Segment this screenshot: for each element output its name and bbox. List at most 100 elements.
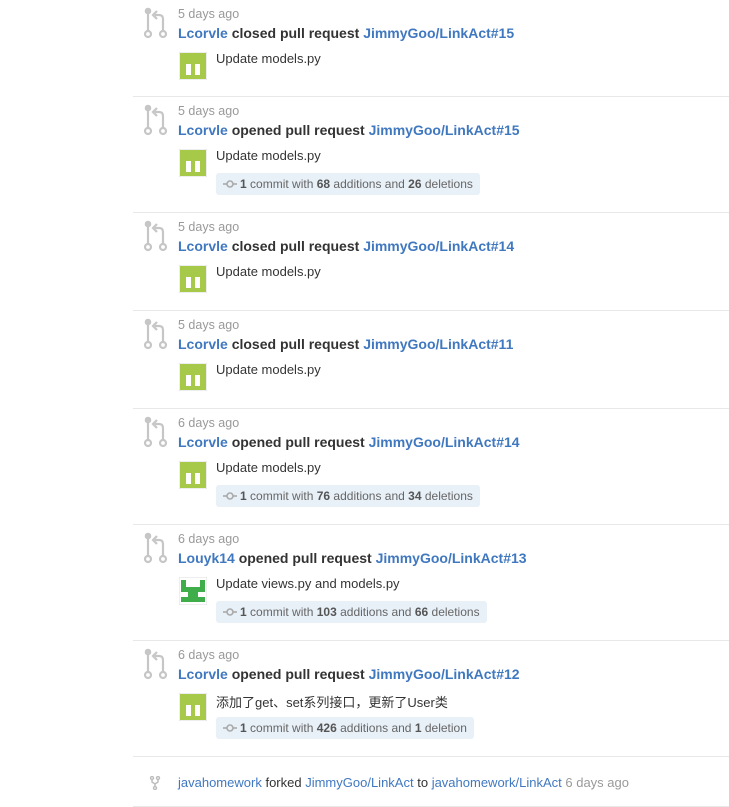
event-title: Lcorvle closed pull request JimmyGoo/Lin… xyxy=(178,336,513,352)
pull-request-link[interactable]: JimmyGoo/LinkAct#14 xyxy=(363,238,514,254)
commit-icon xyxy=(223,724,237,732)
pr-event: 5 days ago Lcorvle closed pull request J… xyxy=(133,213,729,311)
commit-message: Update models.py xyxy=(216,460,321,475)
additions-label: additions and xyxy=(340,605,412,619)
deletions-label: deletions xyxy=(424,177,473,191)
event-title: Lcorvle opened pull request JimmyGoo/Lin… xyxy=(178,434,520,450)
additions-label: additions and xyxy=(333,489,405,503)
deletions-count: 34 xyxy=(408,489,422,503)
pull-request-icon xyxy=(143,104,168,136)
user-avatar[interactable] xyxy=(179,52,207,80)
additions-count: 426 xyxy=(316,721,337,735)
actor-link[interactable]: javahomework xyxy=(178,775,262,790)
pull-request-link[interactable]: JimmyGoo/LinkAct#11 xyxy=(363,336,513,352)
commit-with-label: commit with xyxy=(250,177,314,191)
event-action: opened pull request xyxy=(231,122,365,138)
deletions-label: deletions xyxy=(431,605,480,619)
pull-request-icon xyxy=(143,648,168,680)
user-avatar[interactable] xyxy=(179,363,207,391)
user-avatar[interactable] xyxy=(179,265,207,293)
commit-count: 1 xyxy=(240,605,247,619)
pull-request-icon xyxy=(143,532,168,564)
event-action: opened pull request xyxy=(231,434,365,450)
pull-request-icon xyxy=(143,220,168,252)
event-time: 6 days ago xyxy=(178,416,240,430)
commit-message: Update views.py and models.py xyxy=(216,576,400,591)
dest-repo-link[interactable]: javahomework/LinkAct xyxy=(432,775,562,790)
event-action: closed pull request xyxy=(231,25,360,41)
commit-summary[interactable]: 1 commit with 76 additions and 34 deleti… xyxy=(216,485,480,507)
pull-request-link[interactable]: JimmyGoo/LinkAct#12 xyxy=(369,666,520,682)
event-action: opened pull request xyxy=(238,550,372,566)
event-title: Lcorvle opened pull request JimmyGoo/Lin… xyxy=(178,122,520,138)
event-time: 5 days ago xyxy=(178,318,240,332)
actor-link[interactable]: Louyk14 xyxy=(178,550,235,566)
commit-message: Update models.py xyxy=(216,264,321,279)
deletions-label: deletion xyxy=(424,721,467,735)
actor-link[interactable]: Lcorvle xyxy=(178,336,228,352)
commit-count: 1 xyxy=(240,721,247,735)
pr-event: 6 days ago Lcorvle opened pull request J… xyxy=(133,409,729,525)
commit-count: 1 xyxy=(240,489,247,503)
additions-label: additions and xyxy=(340,721,412,735)
pull-request-icon xyxy=(143,416,168,448)
actor-link[interactable]: Lcorvle xyxy=(178,25,228,41)
event-title: Lcorvle closed pull request JimmyGoo/Lin… xyxy=(178,238,514,254)
event-title: Lcorvle opened pull request JimmyGoo/Lin… xyxy=(178,666,520,682)
pull-request-link[interactable]: JimmyGoo/LinkAct#15 xyxy=(369,122,520,138)
event-action: opened pull request xyxy=(231,666,365,682)
source-repo-link[interactable]: JimmyGoo/LinkAct xyxy=(305,775,413,790)
commit-icon xyxy=(223,492,237,500)
commit-message: 添加了get、set系列接口，更新了User类 xyxy=(216,695,448,710)
commit-message: Update models.py xyxy=(216,362,321,377)
additions-count: 68 xyxy=(316,177,331,191)
event-time: 5 days ago xyxy=(178,104,240,118)
pull-request-link[interactable]: JimmyGoo/LinkAct#13 xyxy=(376,550,527,566)
commit-icon xyxy=(223,180,237,188)
deletions-count: 1 xyxy=(414,721,422,735)
pull-request-link[interactable]: JimmyGoo/LinkAct#14 xyxy=(369,434,520,450)
event-title: Louyk14 opened pull request JimmyGoo/Lin… xyxy=(178,550,527,566)
commit-icon xyxy=(223,608,237,616)
user-avatar[interactable] xyxy=(179,693,207,721)
deletions-count: 26 xyxy=(408,177,422,191)
event-title: Lcorvle closed pull request JimmyGoo/Lin… xyxy=(178,25,514,41)
event-time: 6 days ago xyxy=(565,775,629,790)
event-action: closed pull request xyxy=(231,336,360,352)
pull-request-link[interactable]: JimmyGoo/LinkAct#15 xyxy=(363,25,514,41)
commit-message: Update models.py xyxy=(216,51,321,66)
commit-summary[interactable]: 1 commit with 103 additions and 66 delet… xyxy=(216,601,487,623)
event-time: 6 days ago xyxy=(178,648,240,662)
fork-description: javahomework forked JimmyGoo/LinkAct to … xyxy=(178,775,629,790)
commit-with-label: commit with xyxy=(250,605,314,619)
event-time: 5 days ago xyxy=(178,7,240,21)
commit-with-label: commit with xyxy=(250,489,314,503)
pr-event: 6 days ago Lcorvle opened pull request J… xyxy=(133,641,729,757)
additions-count: 103 xyxy=(316,605,337,619)
commit-with-label: commit with xyxy=(250,721,314,735)
commit-count: 1 xyxy=(240,177,247,191)
actor-link[interactable]: Lcorvle xyxy=(178,122,228,138)
user-avatar[interactable] xyxy=(179,149,207,177)
actor-link[interactable]: Lcorvle xyxy=(178,666,228,682)
commit-message: Update models.py xyxy=(216,148,321,163)
additions-count: 76 xyxy=(316,489,331,503)
pull-request-icon xyxy=(143,7,168,39)
fork-to-label: to xyxy=(417,775,429,790)
actor-link[interactable]: Lcorvle xyxy=(178,238,228,254)
user-avatar[interactable] xyxy=(179,461,207,489)
pr-event: 5 days ago Lcorvle closed pull request J… xyxy=(133,0,729,97)
additions-label: additions and xyxy=(333,177,405,191)
event-time: 6 days ago xyxy=(178,532,240,546)
commit-summary[interactable]: 1 commit with 426 additions and 1 deleti… xyxy=(216,717,474,739)
pr-event: 6 days ago Louyk14 opened pull request J… xyxy=(133,525,729,641)
commit-summary[interactable]: 1 commit with 68 additions and 26 deleti… xyxy=(216,173,480,195)
event-time: 5 days ago xyxy=(178,220,240,234)
actor-link[interactable]: Lcorvle xyxy=(178,434,228,450)
user-avatar[interactable] xyxy=(179,577,207,605)
deletions-label: deletions xyxy=(424,489,473,503)
fork-icon xyxy=(149,776,161,790)
pull-request-icon xyxy=(143,318,168,350)
fork-event: javahomework forked JimmyGoo/LinkAct to … xyxy=(133,757,729,807)
pr-event: 5 days ago Lcorvle opened pull request J… xyxy=(133,97,729,213)
